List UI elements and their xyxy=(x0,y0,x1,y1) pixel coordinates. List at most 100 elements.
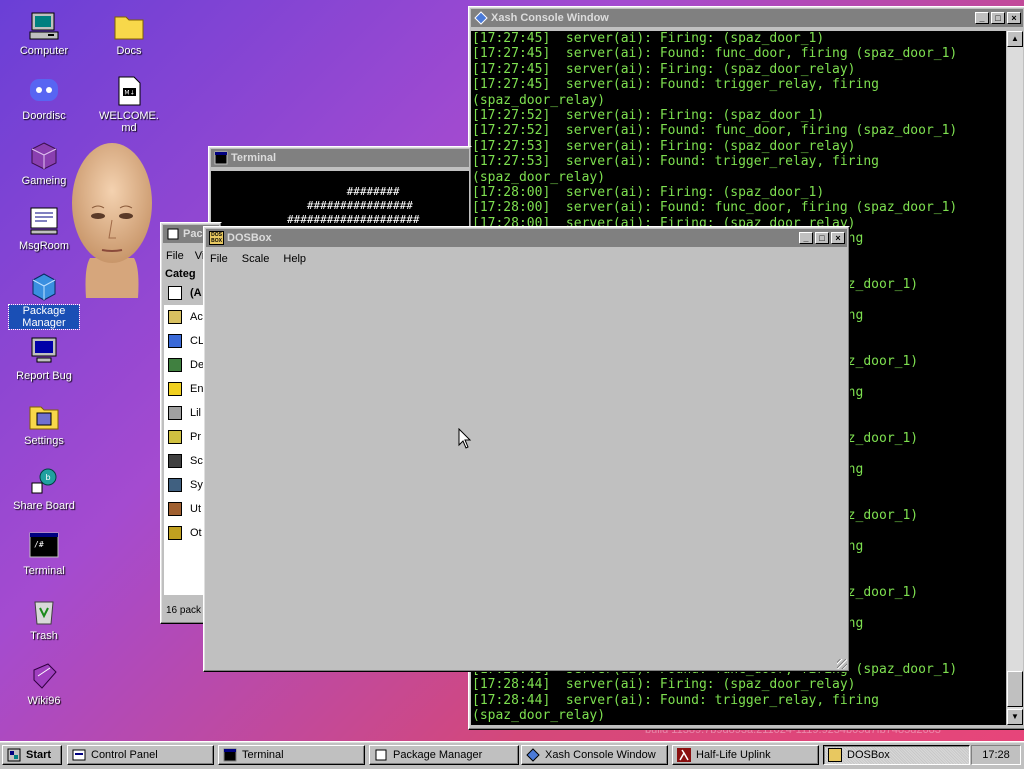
monitor-bug-icon xyxy=(28,335,60,367)
desktop-icon-settings[interactable]: Settings xyxy=(9,400,79,447)
resize-grip[interactable] xyxy=(837,659,847,669)
category-label: Ac xyxy=(190,311,203,323)
window-title: Terminal xyxy=(231,152,277,164)
svg-text:M↓: M↓ xyxy=(124,90,134,97)
console-line: [17:27:52] server(ai): Firing: (spaz_doo… xyxy=(472,107,825,123)
scroll-thumb[interactable] xyxy=(1007,671,1023,707)
console-line: [17:27:45] server(ai): Firing: (spaz_doo… xyxy=(472,61,856,77)
mouse-cursor-icon xyxy=(458,428,472,449)
taskbar-item-half-life-uplink[interactable]: Half-Life Uplink xyxy=(672,745,819,765)
desktop-icon-trash[interactable]: Trash xyxy=(9,595,79,642)
category-label: En xyxy=(190,383,204,395)
menu-file[interactable]: File xyxy=(210,253,228,265)
taskbar-item-label: Package Manager xyxy=(393,749,483,761)
taskbar-item-dosbox[interactable]: DOSBox xyxy=(823,745,970,765)
menu-help[interactable]: Help xyxy=(283,253,306,265)
taskbar-item-label: DOSBox xyxy=(847,749,890,761)
desktop-icon-docs[interactable]: Docs xyxy=(94,10,164,57)
xash-scrollbar[interactable]: ▲ ▼ xyxy=(1007,31,1023,725)
dosbox-menubar: File Scale Help xyxy=(210,253,317,265)
console-line: [17:28:44] server(ai): Firing: (spaz_doo… xyxy=(472,677,856,693)
console-line: (spaz_door_relay) xyxy=(472,708,606,724)
category-label: CL xyxy=(190,335,205,347)
desktop-icon-label: Report Bug xyxy=(16,370,72,382)
terminal-line: #################### xyxy=(260,213,420,226)
desktop-icon-terminal[interactable]: /# Terminal xyxy=(9,530,79,577)
maximize-button[interactable]: □ xyxy=(991,12,1005,24)
terminal-line: ######## xyxy=(280,185,400,198)
console-line: [17:28:00] server(ai): Firing: (spaz_doo… xyxy=(472,184,825,200)
recycle-bin-icon xyxy=(28,595,60,627)
dosbox-titlebar[interactable]: DOS BOX DOSBox _ □ × xyxy=(206,229,847,247)
dosbox-icon: DOS BOX xyxy=(209,231,224,245)
desktop-pet-face[interactable] xyxy=(66,138,158,308)
console-line: [17:28:44] server(ai): Found: trigger_re… xyxy=(472,692,879,708)
category-icon xyxy=(168,502,182,516)
menu-file[interactable]: File xyxy=(166,250,184,262)
terminal-icon xyxy=(223,748,237,762)
terminal-window[interactable]: Terminal ######## ################ #####… xyxy=(208,146,472,234)
taskbar-item-package-manager[interactable]: Package Manager xyxy=(369,745,519,765)
start-button[interactable]: Start xyxy=(2,745,62,765)
maximize-button[interactable]: □ xyxy=(815,232,829,244)
scroll-down-button[interactable]: ▼ xyxy=(1007,709,1023,725)
dosbox-window[interactable]: DOS BOX DOSBox _ □ × File Scale Help xyxy=(203,226,850,672)
desktop-icon-welcome[interactable]: M↓ WELCOME.md xyxy=(94,75,164,134)
close-button[interactable]: × xyxy=(831,232,845,244)
category-icon xyxy=(168,334,182,348)
system-tray-clock[interactable]: 17:28 xyxy=(971,745,1021,765)
category-icon xyxy=(168,430,182,444)
console-line: [17:27:45] server(ai): Found: trigger_re… xyxy=(472,77,879,93)
taskbar-item-label: Control Panel xyxy=(91,749,158,761)
terminal-titlebar[interactable]: Terminal xyxy=(211,149,469,167)
desktop-icon-label: Doordisc xyxy=(22,110,66,122)
desktop-icon-share-board[interactable]: b Share Board xyxy=(9,465,79,512)
taskbar-item-label: Terminal xyxy=(242,749,284,761)
menu-scale[interactable]: Scale xyxy=(242,253,270,265)
desktop-icon-report-bug[interactable]: Report Bug xyxy=(9,335,79,382)
minimize-button[interactable]: _ xyxy=(799,232,813,244)
category-header: Categ xyxy=(165,268,196,280)
scroll-up-button[interactable]: ▲ xyxy=(1007,31,1023,47)
taskbar: Start Control Panel Terminal Package Man… xyxy=(0,741,1024,769)
cube-icon xyxy=(28,140,60,172)
dosbox-icon-text: DOS BOX xyxy=(211,232,222,244)
desktop-icon-label: WELCOME.md xyxy=(99,110,159,134)
desktop-icon-wiki96[interactable]: Wiki96 xyxy=(9,660,79,707)
terminal-icon: /# xyxy=(28,530,60,562)
control-panel-icon xyxy=(72,749,86,761)
desktop-icon-label: Share Board xyxy=(13,500,75,512)
settings-folder-icon xyxy=(28,400,60,432)
desktop-icon-label: Settings xyxy=(24,435,64,447)
category-label: Sy xyxy=(190,479,203,491)
status-bar: 16 pack xyxy=(166,605,202,616)
category-icon xyxy=(168,382,182,396)
console-line: [17:27:52] server(ai): Found: func_door,… xyxy=(472,123,958,139)
desktop-icon-doordisc[interactable]: Doordisc xyxy=(9,75,79,122)
xash-titlebar[interactable]: Xash Console Window _ □ × xyxy=(471,9,1023,27)
minimize-button[interactable]: _ xyxy=(975,12,989,24)
desktop-icon-computer[interactable]: Computer xyxy=(9,10,79,57)
category-icon xyxy=(168,286,182,300)
dosbox-display[interactable] xyxy=(206,271,845,667)
category-label: Ot xyxy=(190,527,202,539)
desktop-icon-label: Wiki96 xyxy=(27,695,61,707)
taskbar-item-control-panel[interactable]: Control Panel xyxy=(67,745,214,765)
close-button[interactable]: × xyxy=(1007,12,1021,24)
desktop-icon-label: Trash xyxy=(30,630,58,642)
taskbar-item-terminal[interactable]: Terminal xyxy=(218,745,365,765)
terminal-output[interactable]: ######## ################ ##############… xyxy=(211,171,469,231)
desktop-icon-label: Computer xyxy=(19,45,69,57)
category-icon xyxy=(168,454,182,468)
window-title: DOSBox xyxy=(227,232,272,244)
svg-text:b: b xyxy=(45,473,50,482)
package-icon xyxy=(28,270,60,302)
console-line: [17:27:45] server(ai): Firing: (spaz_doo… xyxy=(472,31,825,46)
computer-icon xyxy=(28,10,60,42)
terminal-line: ################ xyxy=(267,199,413,212)
taskbar-item-xash-console[interactable]: Xash Console Window xyxy=(521,745,668,765)
window-title: Xash Console Window xyxy=(491,12,609,24)
category-icon xyxy=(168,310,182,324)
share-board-icon: b xyxy=(28,465,60,497)
message-board-icon xyxy=(28,205,60,237)
